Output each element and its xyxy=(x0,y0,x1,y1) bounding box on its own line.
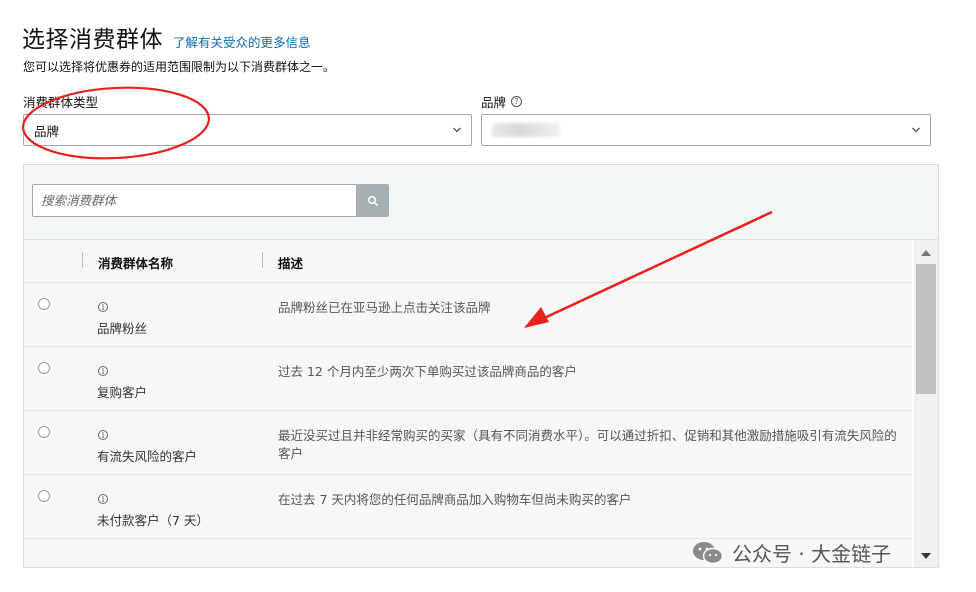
search-bar xyxy=(24,165,938,240)
audience-description: 品牌粉丝已在亚马逊上点击关注该品牌 xyxy=(278,300,491,315)
search-icon xyxy=(367,195,378,206)
brand-label-text: 品牌 xyxy=(481,95,507,110)
audience-panel: 消费群体名称 描述 i 品牌粉丝 品牌粉丝已在亚马逊上点击关注该品牌 i 复购客… xyxy=(23,164,939,568)
column-description-header: 描述 xyxy=(278,256,304,271)
audience-radio[interactable] xyxy=(38,298,50,310)
column-divider xyxy=(82,252,83,268)
column-name-header: 消费群体名称 xyxy=(98,256,174,271)
watermark: 公众号 · 大金链子 xyxy=(692,538,891,567)
audience-name: 品牌粉丝 xyxy=(97,321,148,336)
audience-type-select[interactable]: 品牌 xyxy=(23,114,472,146)
help-icon[interactable]: ? xyxy=(511,96,523,107)
column-divider xyxy=(262,252,263,268)
info-icon[interactable]: i xyxy=(98,302,108,312)
audience-type-value: 品牌 xyxy=(34,123,60,139)
search-group xyxy=(32,184,389,217)
table-scrollbar[interactable] xyxy=(914,240,938,567)
table-row[interactable]: i 有流失风险的客户 最近没买过且并非经常购买的买家（具有不同消费水平）。可以通… xyxy=(24,411,912,475)
audience-description: 过去 12 个月内至少两次下单购买过该品牌商品的客户 xyxy=(278,364,577,379)
brand-redacted-value xyxy=(492,123,560,137)
brand-label: 品牌 ? xyxy=(481,92,523,111)
audience-name: 有流失风险的客户 xyxy=(97,449,198,464)
audience-radio[interactable] xyxy=(38,362,50,374)
wechat-icon xyxy=(693,541,724,564)
scroll-down-arrow-icon[interactable] xyxy=(921,553,931,559)
table-row[interactable]: i 未付款客户（7 天） 在过去 7 天内将您的任何品牌商品加入购物车但尚未购买… xyxy=(24,475,912,539)
table-row[interactable]: i 复购客户 过去 12 个月内至少两次下单购买过该品牌商品的客户 xyxy=(24,347,912,411)
header: 选择消费群体 了解有关受众的更多信息 xyxy=(22,20,311,54)
brand-select[interactable] xyxy=(481,114,931,146)
watermark-text: 公众号 · 大金链子 xyxy=(732,542,892,566)
page-title: 选择消费群体 xyxy=(22,27,163,53)
audience-name: 未付款客户（7 天） xyxy=(97,513,209,528)
page-subtitle: 您可以选择将优惠券的适用范围限制为以下消费群体之一。 xyxy=(23,60,336,74)
audience-radio[interactable] xyxy=(38,426,50,438)
audience-info-link[interactable]: 了解有关受众的更多信息 xyxy=(173,32,311,51)
info-icon[interactable]: i xyxy=(98,430,108,440)
audience-description: 在过去 7 天内将您的任何品牌商品加入购物车但尚未购买的客户 xyxy=(278,492,632,507)
search-input[interactable] xyxy=(32,184,356,217)
table-header: 消费群体名称 描述 xyxy=(24,240,912,283)
info-icon[interactable]: i xyxy=(98,494,108,504)
audience-type-label-text: 消费群体类型 xyxy=(23,95,99,110)
search-button[interactable] xyxy=(356,184,389,217)
audience-description: 最近没买过且并非经常购买的买家（具有不同消费水平）。可以通过折扣、促销和其他激励… xyxy=(278,428,897,461)
info-icon[interactable]: i xyxy=(98,366,108,376)
scroll-up-arrow-icon[interactable] xyxy=(921,250,931,256)
chevron-down-icon xyxy=(453,127,461,133)
audience-type-label: 消费群体类型 xyxy=(23,92,98,111)
table-row[interactable]: i 品牌粉丝 品牌粉丝已在亚马逊上点击关注该品牌 xyxy=(24,283,912,347)
audience-radio[interactable] xyxy=(38,490,50,502)
audience-name: 复购客户 xyxy=(97,385,148,400)
scrollbar-thumb[interactable] xyxy=(916,264,936,394)
chevron-down-icon xyxy=(912,127,920,133)
